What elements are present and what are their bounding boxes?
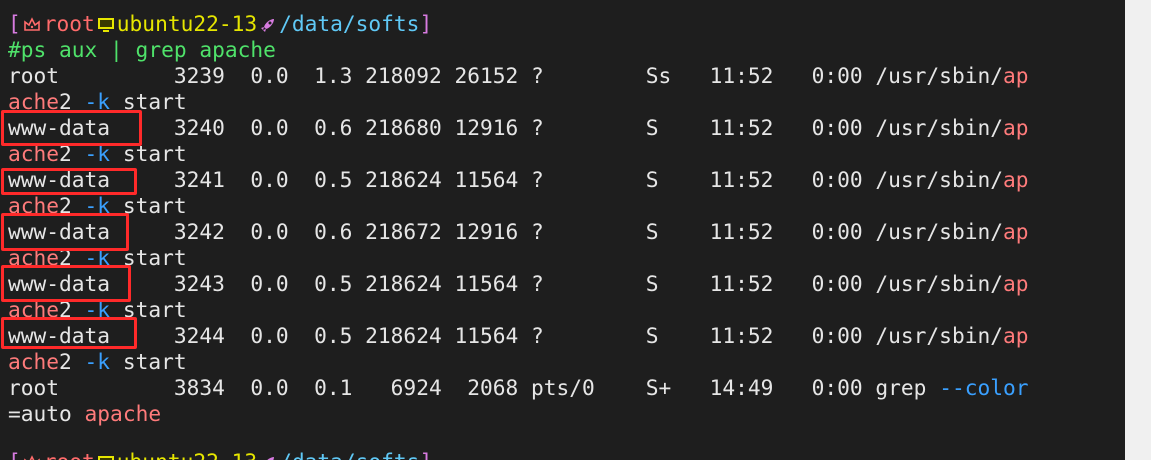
grep-process-row-wrap: =auto apache xyxy=(8,401,162,426)
terminal-window[interactable]: [ root ubuntu22-13/data/softs] #ps aux | g… xyxy=(0,0,1125,460)
process-row: www-data 3241 0.0 0.5 218624 11564 ? S 1… xyxy=(8,167,1029,192)
prompt-host: ubuntu22-13 xyxy=(116,11,258,36)
process-row: root 3239 0.0 1.3 218092 26152 ? Ss 11:5… xyxy=(8,63,1029,88)
process-row: www-data 3243 0.0 0.5 218624 11564 ? S 1… xyxy=(8,271,1029,296)
highlight-box xyxy=(1,110,142,146)
prompt-path: /data/softs xyxy=(279,11,420,36)
crown-icon xyxy=(23,452,41,460)
prompt-user: root xyxy=(43,11,95,36)
prompt-open-bracket: [ xyxy=(8,11,21,36)
highlight-box xyxy=(1,317,137,349)
highlight-box xyxy=(1,265,131,302)
process-row: www-data 3242 0.0 0.6 218672 12916 ? S 1… xyxy=(8,219,1029,244)
computer-icon xyxy=(97,14,115,32)
next-prompt-line: [rootubuntu22-13/data/softs] xyxy=(8,449,432,460)
highlight-box xyxy=(1,168,137,195)
highlight-box xyxy=(1,213,129,251)
prompt-line: [ root ubuntu22-13/data/softs] xyxy=(8,11,432,37)
window-edge xyxy=(1125,0,1151,460)
process-row: www-data 3240 0.0 0.6 218680 12916 ? S 1… xyxy=(8,115,1029,140)
process-row: www-data 3244 0.0 0.5 218624 11564 ? S 1… xyxy=(8,323,1029,348)
rocket-icon xyxy=(259,452,277,460)
computer-icon xyxy=(97,452,115,460)
crown-icon xyxy=(23,14,41,32)
rocket-icon xyxy=(259,14,277,32)
prompt-close-bracket: ] xyxy=(419,11,433,36)
grep-process-row: root 3834 0.0 0.1 6924 2068 pts/0 S+ 14:… xyxy=(8,375,1029,400)
process-row-wrap: ache2 -k start xyxy=(8,349,187,374)
command-line: #ps aux | grep apache xyxy=(8,37,276,62)
